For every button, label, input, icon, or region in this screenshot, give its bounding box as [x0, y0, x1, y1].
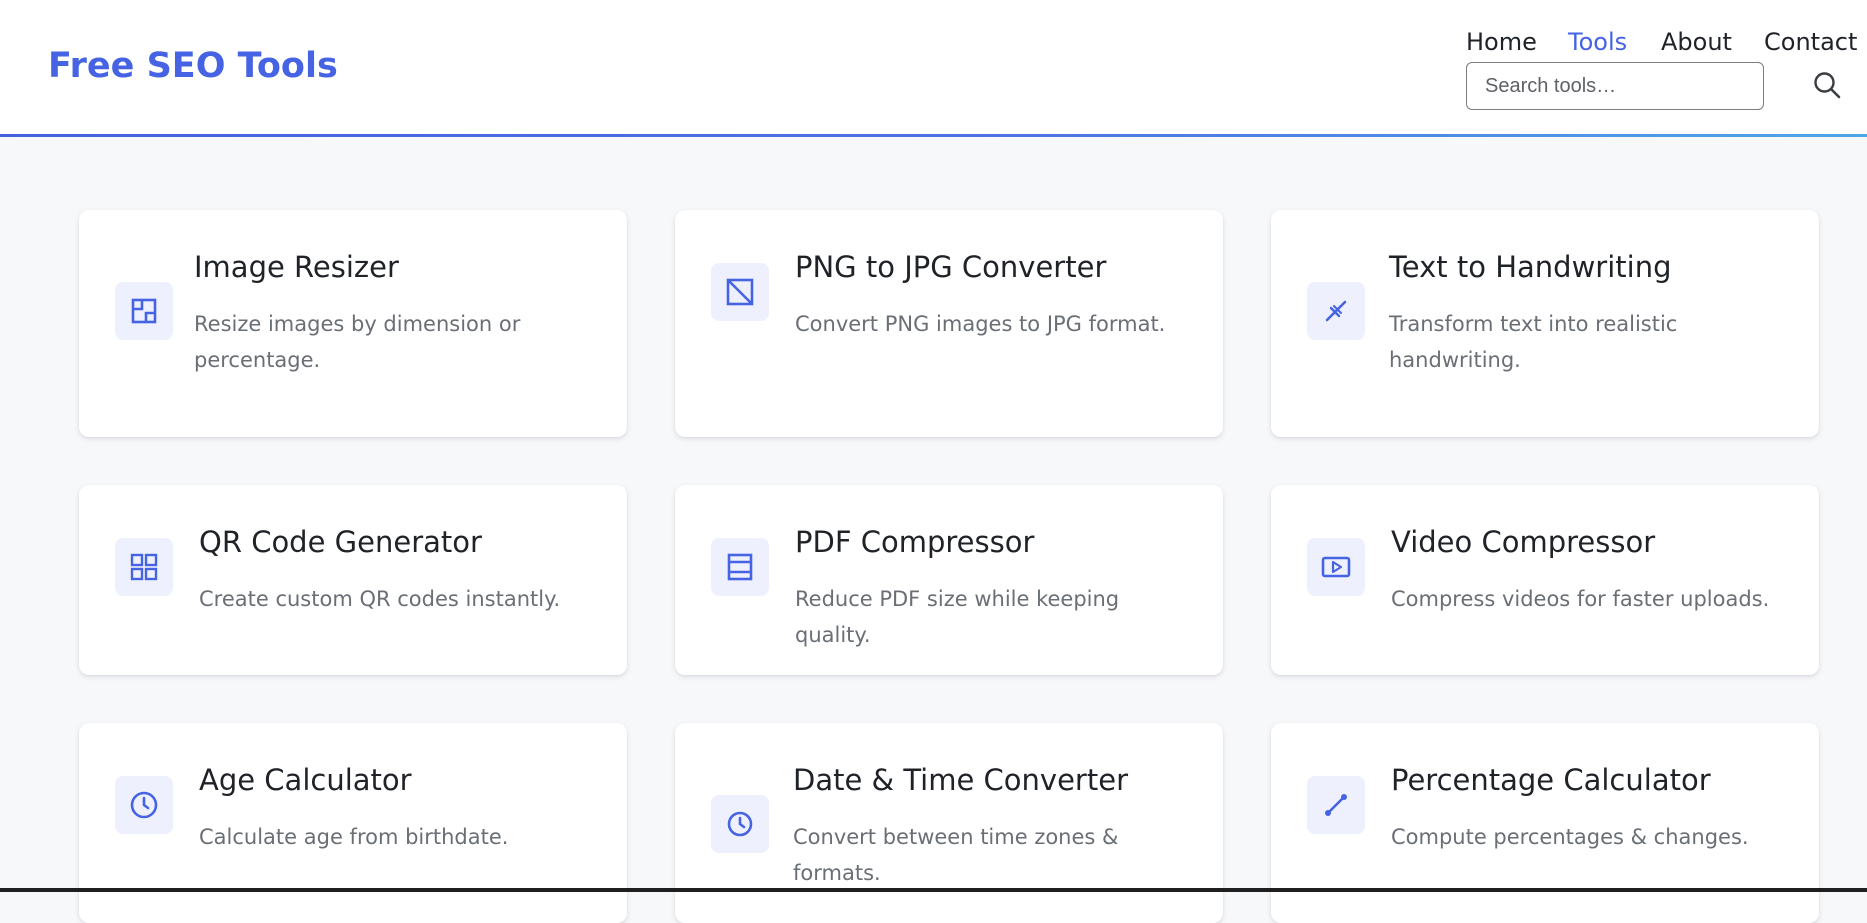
tool-card-pdf-compressor[interactable]: PDF Compressor Reduce PDF size while kee… [675, 485, 1223, 675]
search-icon[interactable] [1812, 70, 1842, 100]
nav-contact[interactable]: Contact [1764, 28, 1857, 56]
tool-card-age-calculator[interactable]: Age Calculator Calculate age from birthd… [79, 723, 627, 923]
tool-description: Reduce PDF size while keeping quality. [795, 587, 1120, 647]
tool-description: Transform text into realistic handwritin… [1389, 312, 1678, 372]
tool-card-text-to-handwriting[interactable]: Text to Handwriting Transform text into … [1271, 210, 1819, 437]
tool-title: Video Compressor [1391, 525, 1656, 559]
tool-title: PDF Compressor [795, 525, 1035, 559]
tool-description: Compress videos for faster uploads. [1391, 587, 1770, 611]
tool-card-qr-code-generator[interactable]: QR Code Generator Create custom QR codes… [79, 485, 627, 675]
tool-description: Resize images by dimension or percentage… [194, 312, 521, 372]
tool-title: Percentage Calculator [1391, 763, 1711, 797]
tool-title: QR Code Generator [199, 525, 482, 559]
tool-title: Age Calculator [199, 763, 412, 797]
tool-title: Date & Time Converter [793, 763, 1128, 797]
nav-about[interactable]: About [1661, 28, 1732, 56]
resize-icon [115, 282, 173, 340]
tool-description: Calculate age from birthdate. [199, 825, 509, 849]
tool-card-percentage-calculator[interactable]: Percentage Calculator Compute percentage… [1271, 723, 1819, 923]
tool-description: Compute percentages & changes. [1391, 825, 1749, 849]
window-bottom-edge [0, 888, 1867, 892]
qr-code-icon [115, 538, 173, 596]
tool-card-png-to-jpg[interactable]: PNG to JPG Converter Convert PNG images … [675, 210, 1223, 437]
percent-icon [1307, 776, 1365, 834]
nav-tools[interactable]: Tools [1568, 28, 1627, 56]
tool-description: Convert PNG images to JPG format. [795, 312, 1166, 336]
site-header: Free SEO Tools Home Tools About Contact [0, 0, 1867, 135]
tool-card-video-compressor[interactable]: Video Compressor Compress videos for fas… [1271, 485, 1819, 675]
header-divider [0, 134, 1867, 137]
main-nav: Home Tools About Contact [0, 28, 1867, 62]
tool-card-date-time-converter[interactable]: Date & Time Converter Convert between ti… [675, 723, 1223, 923]
tool-title: Image Resizer [194, 250, 399, 284]
tool-card-image-resizer[interactable]: Image Resizer Resize images by dimension… [79, 210, 627, 437]
clock-icon [711, 795, 769, 853]
document-icon [711, 538, 769, 596]
tool-description: Create custom QR codes instantly. [199, 587, 561, 611]
clock-icon [115, 776, 173, 834]
pen-icon [1307, 282, 1365, 340]
convert-icon [711, 263, 769, 321]
search-input[interactable] [1466, 62, 1764, 110]
tool-title: PNG to JPG Converter [795, 250, 1107, 284]
nav-home[interactable]: Home [1466, 28, 1537, 56]
video-icon [1307, 538, 1365, 596]
tool-title: Text to Handwriting [1389, 250, 1672, 284]
tool-description: Convert between time zones & formats. [793, 825, 1119, 885]
